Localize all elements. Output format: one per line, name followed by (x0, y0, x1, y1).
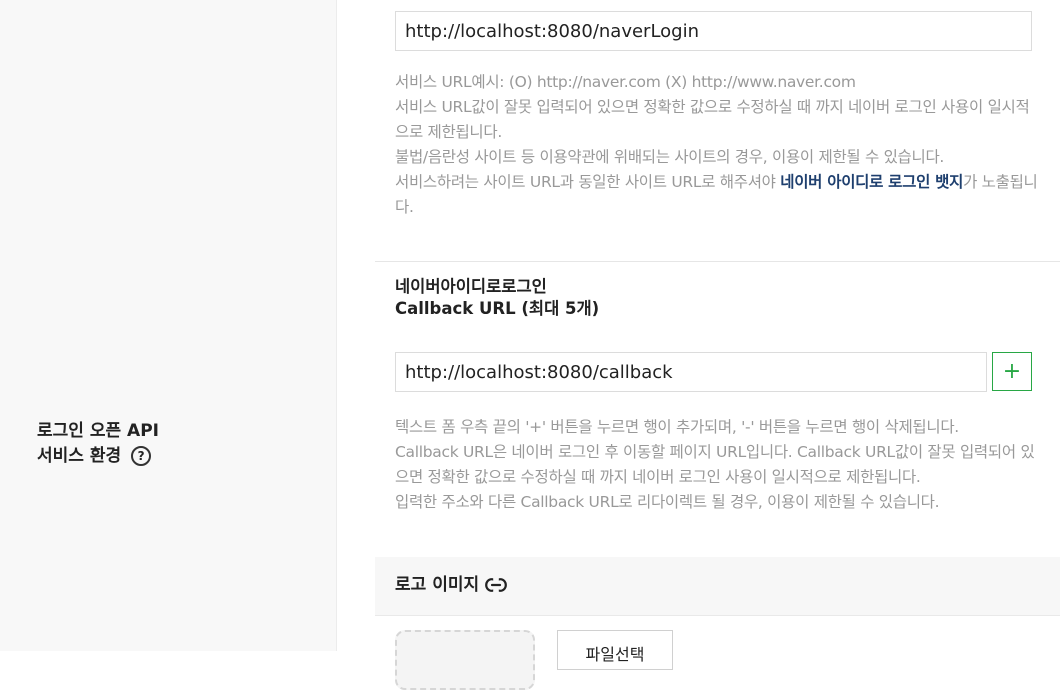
logo-image-preview[interactable] (395, 630, 535, 690)
left-label-panel: 로그인 오픈 API 서비스 환경? (0, 0, 337, 651)
callback-help-row-instructions: 텍스트 폼 우측 끝의 '+' 버튼을 누르면 행이 추가되며, '-' 버튼을… (395, 418, 959, 436)
section-label-line2: 서비스 환경 (37, 446, 122, 466)
callback-help: 텍스트 폼 우측 끝의 '+' 버튼을 누르면 행이 추가되며, '-' 버튼을… (395, 415, 1040, 515)
logo-image-header: 로고 이미지 (375, 557, 1060, 616)
naver-login-badge-link[interactable]: 네이버 아이디로 로그인 뱃지 (780, 173, 963, 191)
service-url-help: 서비스 URL예시: (O) http://naver.com (X) http… (395, 70, 1040, 220)
callback-heading: 네이버아이디로로그인 Callback URL (최대 5개) (395, 276, 599, 320)
file-select-button[interactable]: 파일선택 (557, 630, 673, 670)
add-callback-row-button[interactable]: + (992, 352, 1032, 391)
logo-image-title-text: 로고 이미지 (395, 575, 480, 595)
callback-help-restriction: 입력한 주소와 다른 Callback URL로 리다이렉트 될 경우, 이용이… (395, 493, 940, 511)
help-icon[interactable]: ? (131, 446, 152, 466)
service-url-restriction: 불법/음란성 사이트 등 이용약관에 위배되는 사이트의 경우, 이용이 제한될… (395, 148, 945, 166)
service-url-badge-note: 서비스하려는 사이트 URL과 동일한 사이트 URL로 해주셔야 네이버 아이… (395, 170, 1040, 220)
service-url-warning: 서비스 URL값이 잘못 입력되어 있으면 정확한 값으로 수정하실 때 까지 … (395, 98, 1030, 141)
callback-help-description: Callback URL은 네이버 로그인 후 이동할 페이지 URL입니다. … (395, 443, 1035, 486)
logo-image-title: 로고 이미지 (395, 573, 508, 597)
callback-heading-line1: 네이버아이디로로그인 (395, 277, 547, 296)
callback-url-input[interactable] (395, 352, 987, 392)
callback-heading-line2: Callback URL (최대 5개) (395, 299, 600, 318)
link-icon[interactable] (485, 578, 508, 592)
section-divider (375, 261, 1060, 262)
badge-note-prefix: 서비스하려는 사이트 URL과 동일한 사이트 URL로 해주셔야 (395, 173, 781, 191)
service-url-example: 서비스 URL예시: (O) http://naver.com (X) http… (395, 73, 856, 91)
section-label-line1: 로그인 오픈 API (37, 421, 159, 441)
service-url-input[interactable] (395, 11, 1032, 51)
section-label: 로그인 오픈 API 서비스 환경? (37, 419, 159, 469)
section-label-line2-wrap: 서비스 환경? (37, 444, 159, 469)
